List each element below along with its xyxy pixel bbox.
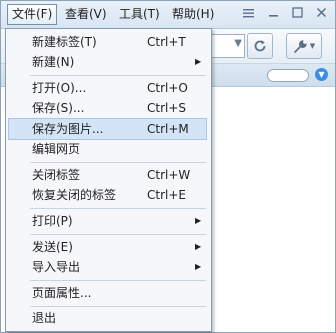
menu-item-label: 保存为图片...: [32, 122, 104, 136]
hamburger-icon[interactable]: [241, 7, 255, 21]
menu-new[interactable]: 新建(N) ▶: [8, 52, 207, 72]
menu-item-label: 发送(E): [32, 240, 73, 254]
file-menu-dropdown: 新建标签(T) Ctrl+T 新建(N) ▶ 打开(O)... Ctrl+O 保…: [5, 28, 212, 332]
menu-help[interactable]: 帮助(H): [168, 5, 218, 24]
menu-exit[interactable]: 退出: [8, 308, 207, 328]
maximize-icon[interactable]: [290, 7, 304, 21]
menu-separator: [30, 162, 206, 163]
refresh-icon: [254, 40, 266, 52]
menu-item-label: 打开(O)...: [32, 81, 87, 95]
submenu-arrow-icon: ▶: [195, 216, 202, 225]
close-icon[interactable]: [314, 7, 328, 21]
submenu-arrow-icon: ▶: [195, 57, 202, 66]
submenu-arrow-icon: ▶: [195, 262, 202, 271]
menu-item-label: 保存(S)...: [32, 101, 85, 115]
menu-separator: [30, 306, 206, 307]
menu-separator: [30, 280, 206, 281]
menu-item-label: 新建(N): [32, 55, 75, 69]
refresh-button[interactable]: [247, 33, 273, 59]
menu-bar: 文件(F) 查看(V) 工具(T) 帮助(H): [1, 1, 335, 29]
menu-send[interactable]: 发送(E) ▶: [8, 237, 207, 257]
menu-print[interactable]: 打印(P) ▶: [8, 211, 207, 231]
menu-item-label: 关闭标签: [32, 168, 81, 182]
menu-new-tab[interactable]: 新建标签(T) Ctrl+T: [8, 32, 207, 52]
menu-save-as-image[interactable]: 保存为图片... Ctrl+M: [8, 118, 207, 140]
menu-separator: [30, 234, 206, 235]
menu-item-shortcut: Ctrl+E: [147, 188, 186, 202]
menu-view[interactable]: 查看(V): [61, 5, 111, 24]
menu-page-properties[interactable]: 页面属性...: [8, 283, 207, 303]
menu-item-shortcut: Ctrl+S: [147, 101, 187, 115]
minimize-icon[interactable]: [266, 7, 280, 21]
menu-item-label: 恢复关闭的标签: [32, 188, 117, 202]
menu-open[interactable]: 打开(O)... Ctrl+O: [8, 78, 207, 98]
menu-restore-closed-tab[interactable]: 恢复关闭的标签 Ctrl+E: [8, 185, 207, 205]
wrench-icon: [293, 39, 307, 53]
menu-separator: [30, 75, 206, 76]
menu-item-label: 编辑网页: [32, 142, 81, 156]
menu-item-label: 退出: [32, 311, 57, 325]
dropdown-arrow-icon: ▼: [309, 42, 316, 50]
menu-item-label: 新建标签(T): [32, 35, 97, 49]
menu-item-shortcut: Ctrl+T: [147, 35, 186, 49]
menu-import-export[interactable]: 导入导出 ▶: [8, 257, 207, 277]
tools-button[interactable]: ▼: [286, 33, 322, 59]
menu-item-shortcut: Ctrl+M: [147, 122, 189, 136]
chevron-down-icon[interactable]: ▼: [234, 38, 242, 49]
menu-file[interactable]: 文件(F): [7, 4, 58, 25]
search-pill[interactable]: [267, 69, 309, 82]
menu-item-label: 页面属性...: [32, 286, 92, 300]
menu-edit-page[interactable]: 编辑网页: [8, 139, 207, 159]
menu-item-label: 导入导出: [32, 260, 81, 274]
menu-item-shortcut: Ctrl+O: [147, 81, 188, 95]
submenu-arrow-icon: ▶: [195, 242, 202, 251]
menu-item-label: 打印(P): [32, 214, 73, 228]
expand-circle-icon[interactable]: ▼: [315, 68, 328, 81]
browser-window: 文件(F) 查看(V) 工具(T) 帮助(H) ▼ ▼ ▼ 新建标签(T) Ct…: [0, 0, 336, 333]
menu-save[interactable]: 保存(S)... Ctrl+S: [8, 98, 207, 118]
menu-separator: [30, 208, 206, 209]
menu-close-tab[interactable]: 关闭标签 Ctrl+W: [8, 165, 207, 185]
menu-tools[interactable]: 工具(T): [115, 5, 164, 24]
menu-item-shortcut: Ctrl+W: [147, 168, 191, 182]
